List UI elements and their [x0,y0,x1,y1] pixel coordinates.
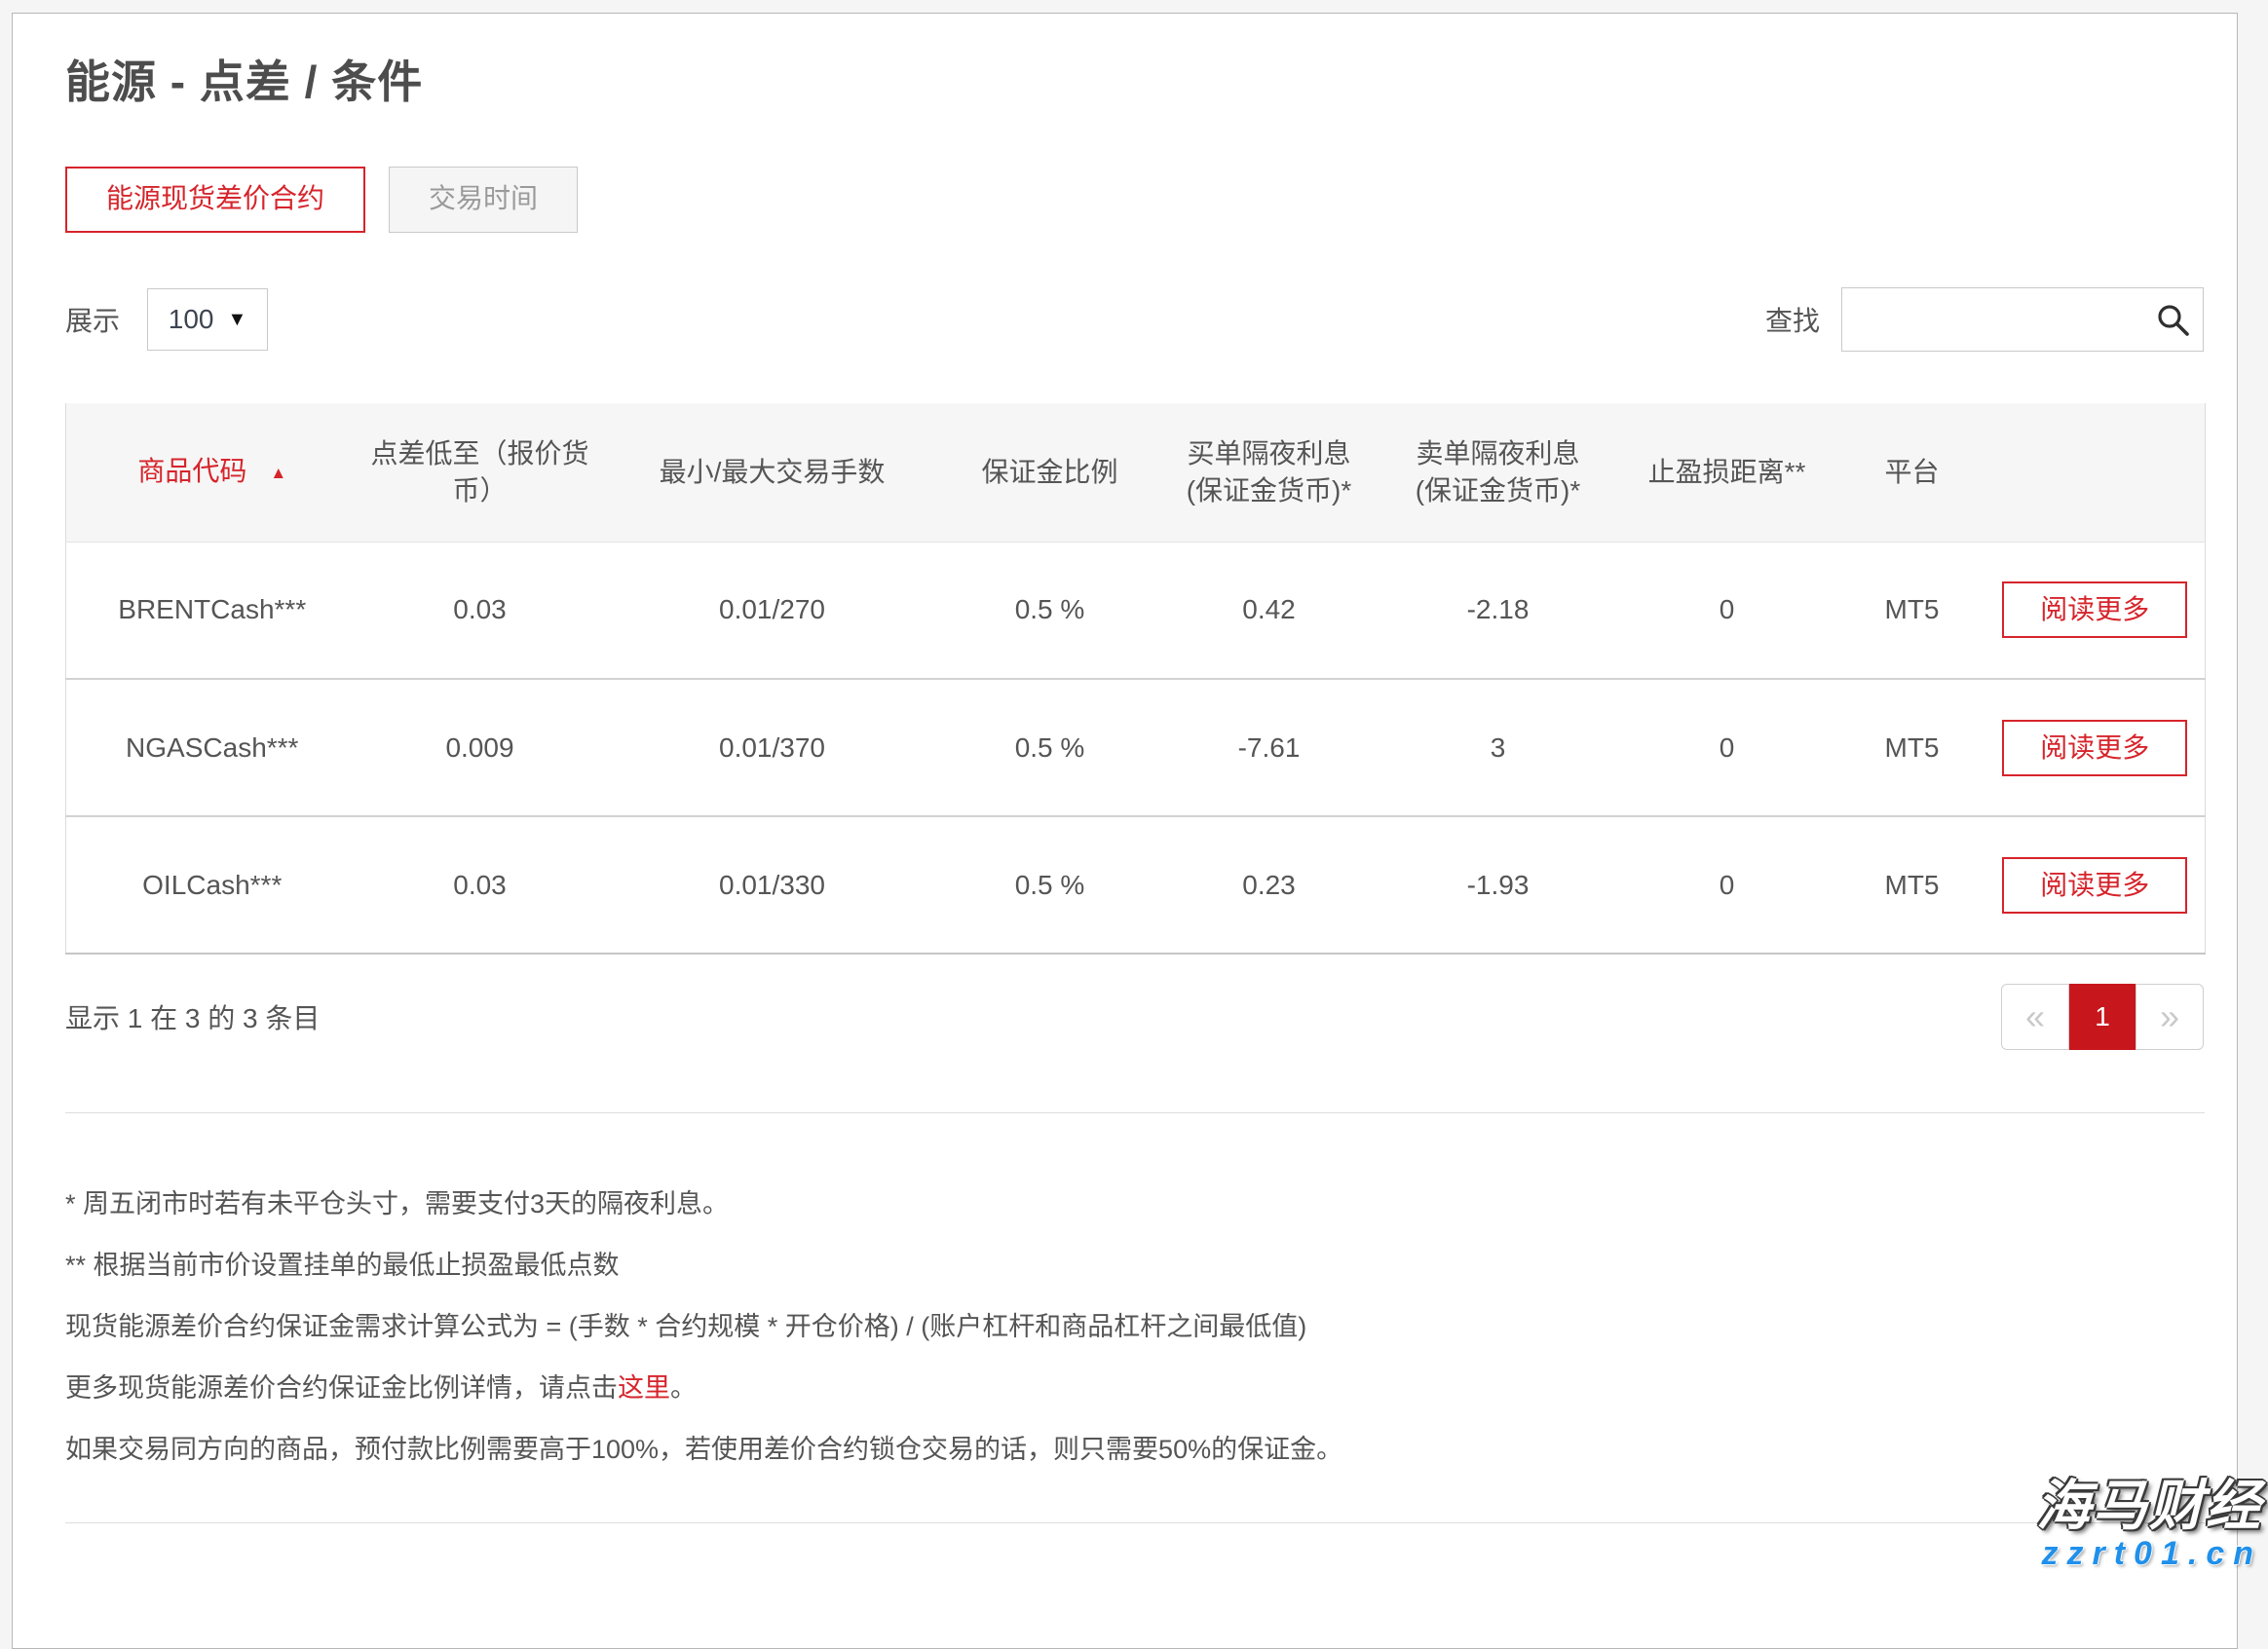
search-icon[interactable] [2155,302,2190,337]
cell-lots: 0.01/270 [602,542,943,679]
footnote-margin-formula: 现货能源差价合约保证金需求计算公式为 = (手数 * 合约规模 * 开仓价格) … [65,1312,2204,1341]
cell-sl-distance: 0 [1615,816,1839,954]
page-size-select[interactable]: 100 ▼ [147,288,268,351]
column-header-sl-distance[interactable]: 止盈损距离** [1615,403,1839,542]
pagination-page-1-button[interactable]: 1 [2069,984,2136,1050]
cell-lots: 0.01/370 [602,679,943,816]
tab-bar: 能源现货差价合约 交易时间 [65,167,2204,233]
sort-asc-icon: ▲ [270,464,286,482]
instruments-table: 商品代码 ▲ 点差低至（报价货币） 最小/最大交易手数 保证金比例 买单隔夜利息 … [65,403,2206,955]
cell-margin: 0.5 % [943,816,1157,954]
search-label: 查找 [1765,300,1820,339]
page-title: 能源 - 点差 / 条件 [65,57,2204,106]
read-more-button[interactable]: 阅读更多 [2002,581,2187,638]
footnote-stop-distance: ** 根据当前市价设置挂单的最低止损盈最低点数 [65,1251,2204,1280]
pagination: « 1 » [2001,984,2204,1050]
cell-swap-long: -7.61 [1157,679,1381,816]
column-header-margin[interactable]: 保证金比例 [943,403,1157,542]
table-controls: 展示 100 ▼ 查找 [65,287,2204,352]
pagination-prev-button[interactable]: « [2001,984,2069,1050]
cell-platform: MT5 [1839,679,1985,816]
pagination-next-button[interactable]: » [2136,984,2204,1050]
cell-symbol: BRENTCash*** [66,542,359,679]
column-header-spread[interactable]: 点差低至（报价货币） [359,403,602,542]
cell-spread: 0.03 [359,542,602,679]
chevron-down-icon: ▼ [227,309,246,331]
table-row: BRENTCash*** 0.03 0.01/270 0.5 % 0.42 -2… [66,542,2206,679]
cell-margin: 0.5 % [943,679,1157,816]
chevron-double-left-icon: « [2025,996,2045,1037]
content-panel: 能源 - 点差 / 条件 能源现货差价合约 交易时间 展示 100 ▼ 查找 [12,13,2238,1649]
footnote-margin-details: 更多现货能源差价合约保证金比例详情，请点击这里。 [65,1373,2204,1403]
entries-summary: 显示 1 在 3 的 3 条目 [65,997,320,1036]
footnote-hedged-margin: 如果交易同方向的商品，预付款比例需要高于100%，若使用差价合约锁仓交易的话，则… [65,1435,2204,1464]
column-header-swap-long[interactable]: 买单隔夜利息 (保证金货币)* [1157,403,1381,542]
cell-symbol: OILCash*** [66,816,359,954]
cell-sl-distance: 0 [1615,679,1839,816]
cell-lots: 0.01/330 [602,816,943,954]
column-header-swap-short[interactable]: 卖单隔夜利息 (保证金货币)* [1381,403,1615,542]
read-more-button[interactable]: 阅读更多 [2002,720,2187,776]
table-header-row: 商品代码 ▲ 点差低至（报价货币） 最小/最大交易手数 保证金比例 买单隔夜利息 … [66,403,2206,542]
cell-spread: 0.03 [359,816,602,954]
cell-swap-long: 0.42 [1157,542,1381,679]
here-link[interactable]: 这里 [618,1373,670,1403]
tab-energy-spot-cfd[interactable]: 能源现货差价合约 [65,167,365,233]
column-header-symbol-label: 商品代码 [137,456,246,486]
table-row: NGASCash*** 0.009 0.01/370 0.5 % -7.61 3… [66,679,2206,816]
divider [65,1522,2205,1523]
column-header-platform[interactable]: 平台 [1839,403,1985,542]
read-more-button[interactable]: 阅读更多 [2002,857,2187,914]
cell-sl-distance: 0 [1615,542,1839,679]
cell-spread: 0.009 [359,679,602,816]
cell-swap-short: -2.18 [1381,542,1615,679]
cell-swap-long: 0.23 [1157,816,1381,954]
search-input[interactable] [1841,287,2204,352]
cell-swap-short: 3 [1381,679,1615,816]
footnote-swap-3day: * 周五闭市时若有未平仓头寸，需要支付3天的隔夜利息。 [65,1189,2204,1218]
divider [65,1112,2205,1113]
table-row: OILCash*** 0.03 0.01/330 0.5 % 0.23 -1.9… [66,816,2206,954]
column-header-symbol[interactable]: 商品代码 ▲ [66,403,359,542]
show-entries-label: 展示 [65,300,120,339]
cell-symbol: NGASCash*** [66,679,359,816]
footnotes: * 周五闭市时若有未平仓头寸，需要支付3天的隔夜利息。 ** 根据当前市价设置挂… [65,1189,2204,1464]
tab-trading-hours[interactable]: 交易时间 [389,167,578,233]
cell-platform: MT5 [1839,816,1985,954]
cell-swap-short: -1.93 [1381,816,1615,954]
page-size-value: 100 [169,304,214,335]
chevron-double-right-icon: » [2160,996,2179,1037]
cell-margin: 0.5 % [943,542,1157,679]
column-header-actions [1985,403,2206,542]
cell-platform: MT5 [1839,542,1985,679]
column-header-lots[interactable]: 最小/最大交易手数 [602,403,943,542]
